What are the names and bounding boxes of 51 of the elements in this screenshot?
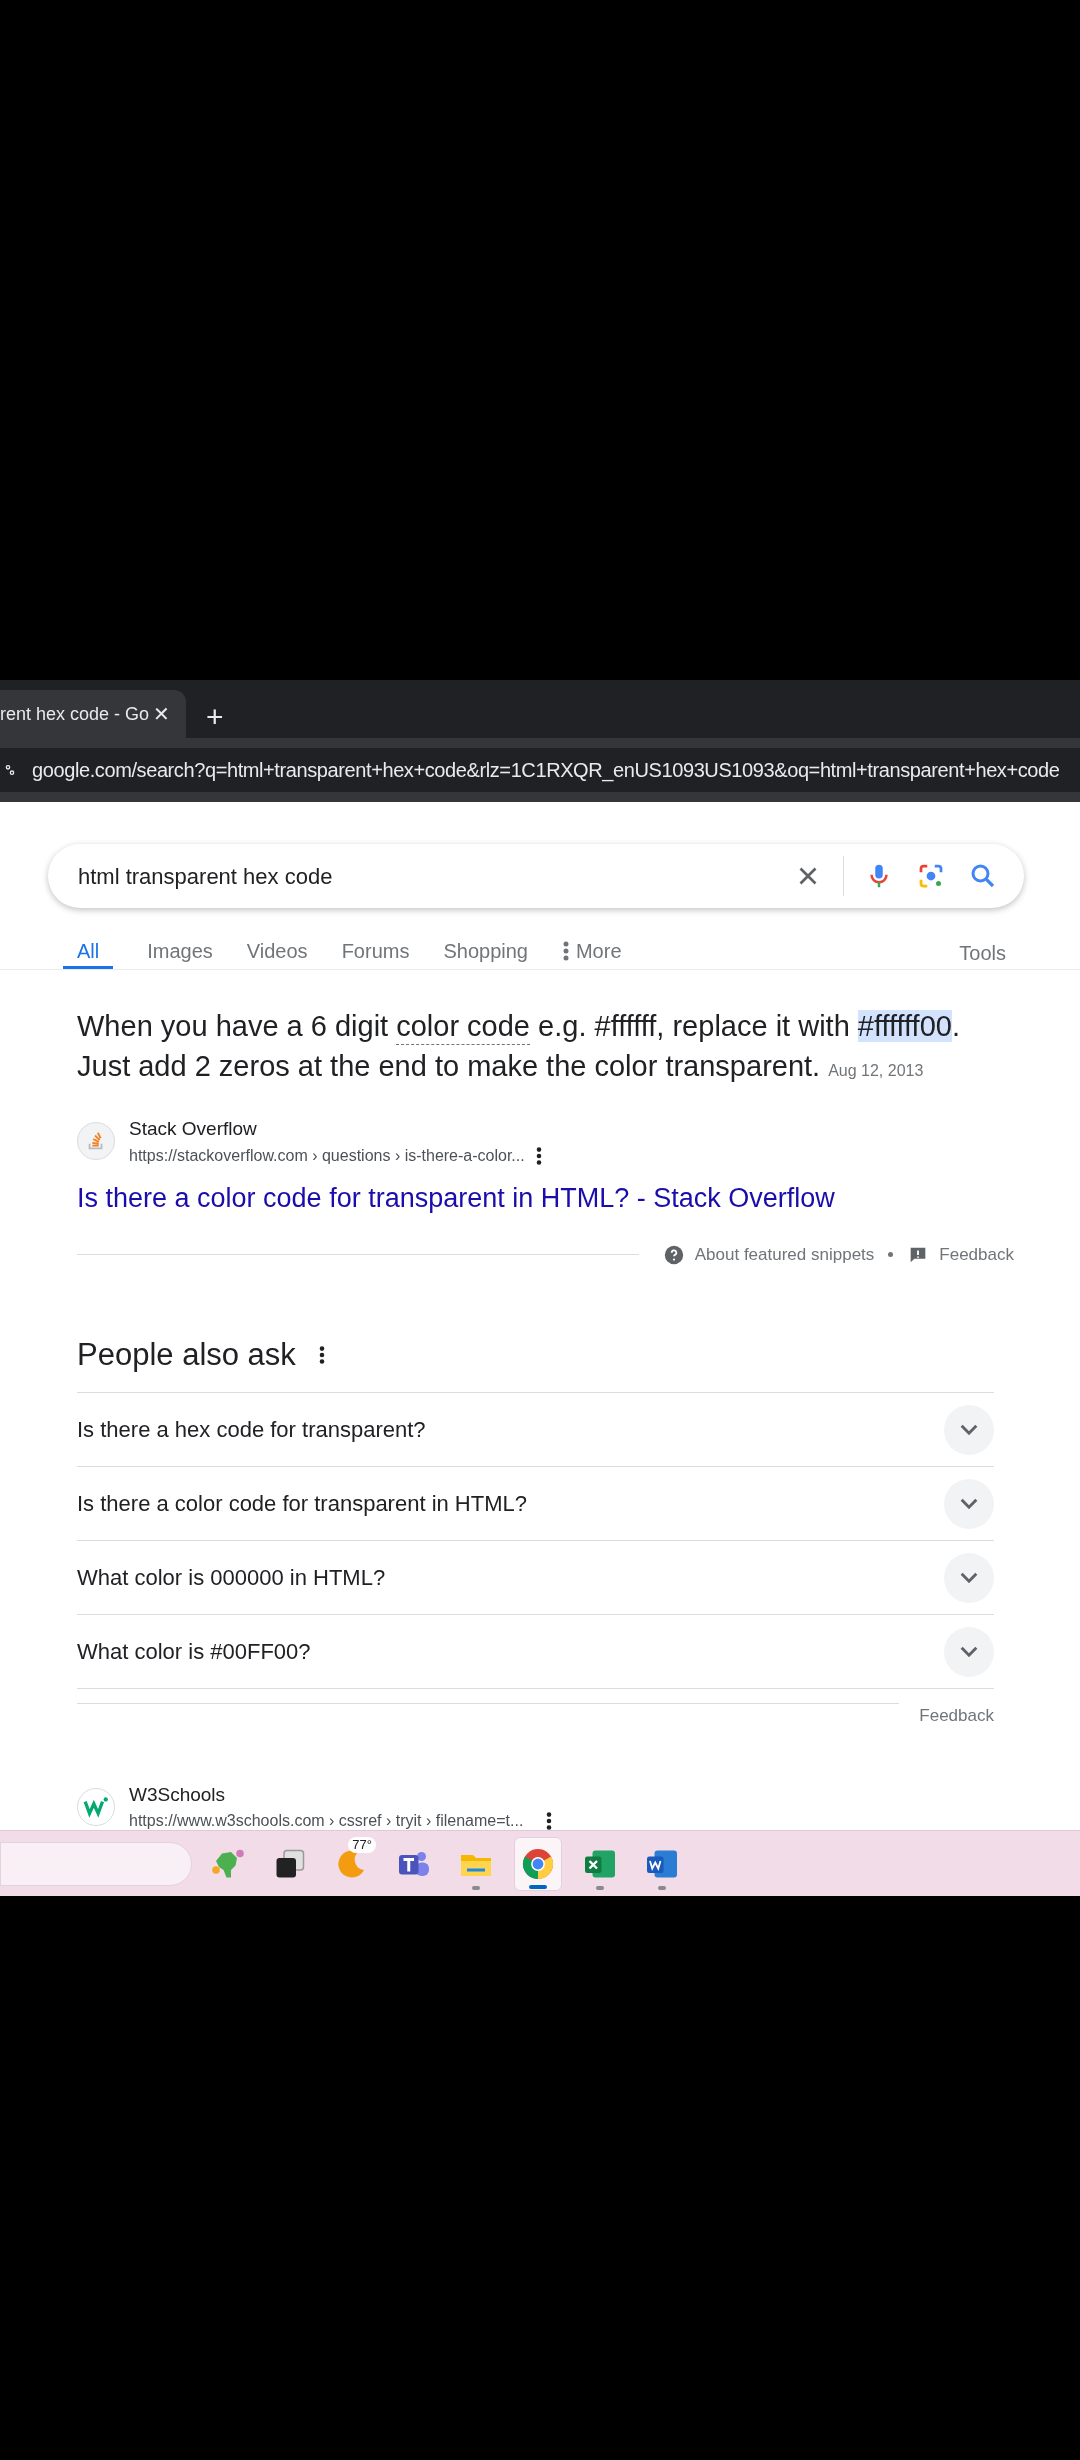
more-vert-icon: [561, 939, 570, 963]
temperature-badge: 77°: [348, 1836, 376, 1853]
about-snippets-link[interactable]: About featured snippets: [694, 1242, 875, 1268]
result-link[interactable]: Is there a color code for transparent in HTML? - Stack Overflow: [77, 1177, 1020, 1218]
feedback-link[interactable]: Feedback: [919, 1703, 994, 1729]
taskbar-button[interactable]: 77°: [328, 1836, 376, 1891]
more-vert-icon[interactable]: [317, 1343, 326, 1366]
search-tab[interactable]: Videos: [246, 936, 308, 969]
question-text: Is there a hex code for transparent?: [77, 1416, 426, 1444]
source-name: W3Schools: [129, 1782, 227, 1807]
search-tab[interactable]: All: [63, 936, 114, 969]
taskbar-button[interactable]: [514, 1836, 562, 1891]
address-bar[interactable]: google.com/search?q=html+transparent+hex+code&rlz=1C1RXQR_enUS1093US1093&oq=html+transparent+hex+code: [0, 748, 1080, 792]
question-row[interactable]: What color is #00FF00?: [77, 1615, 994, 1689]
running-indicator: [472, 1885, 480, 1890]
url-text: google.com/search?q=html+transparent+hex+code&rlz=1C1RXQR_enUS1093US1093&oq=html+transparent+hex+code: [32, 758, 1060, 784]
expand-button[interactable]: [944, 1404, 994, 1455]
search-tab[interactable]: Forums: [341, 936, 410, 969]
expand-button[interactable]: [944, 1478, 994, 1529]
question-row[interactable]: What color is 000000 in HTML?: [77, 1541, 994, 1615]
question-row[interactable]: Is there a color code for transparent in HTML?: [77, 1467, 994, 1541]
more-vert-icon[interactable]: [545, 1810, 554, 1830]
more-vert-icon[interactable]: [534, 1144, 543, 1167]
close-tab-button[interactable]: ✕: [153, 699, 170, 729]
question-text: What color is 000000 in HTML?: [77, 1564, 386, 1592]
question-row[interactable]: Is there a hex code for transparent?: [77, 1393, 994, 1467]
taskbar-search-field[interactable]: [0, 1841, 192, 1886]
expand-button[interactable]: [944, 1552, 994, 1603]
section-heading: People also ask: [77, 1335, 296, 1374]
tools-button[interactable]: Tools: [959, 936, 1006, 969]
source-url: https://www.w3schools.com › cssref › tryit › filename=t...: [129, 1811, 524, 1830]
running-indicator: [596, 1885, 604, 1890]
search-query: html transparent hex code: [78, 862, 334, 891]
running-indicator: [658, 1885, 666, 1890]
question-text: Is there a color code for transparent in HTML?: [77, 1490, 527, 1518]
tab-title: rent hex code - Go: [0, 702, 150, 726]
feedback-link[interactable]: Feedback: [939, 1242, 1014, 1268]
source-name: Stack Overflow: [129, 1117, 258, 1141]
search-tab[interactable]: Images: [147, 936, 213, 969]
question-text: What color is #00FF00?: [77, 1638, 311, 1666]
source-url: https://stackoverflow.com › questions › is-there-a-color...: [129, 1145, 525, 1166]
running-indicator: [529, 1884, 547, 1889]
new-tab-button[interactable]: +: [206, 702, 224, 732]
expand-button[interactable]: [944, 1626, 994, 1677]
browser-tab[interactable]: rent hex code - Go ✕: [0, 690, 186, 738]
help-icon: [662, 1243, 685, 1266]
search-tab[interactable]: More: [561, 936, 622, 969]
search-tab[interactable]: Shopping: [443, 936, 528, 969]
search-field[interactable]: html transparent hex code: [48, 844, 1024, 908]
snippet-text: When you have a 6 digit color code e.g. #ffffff, replace it with #ffffff00. Just add 2 zeros at the end to make the color transparent. Aug 12, 2013: [77, 1009, 961, 1084]
date-text: Aug 12, 2013: [828, 1062, 924, 1079]
